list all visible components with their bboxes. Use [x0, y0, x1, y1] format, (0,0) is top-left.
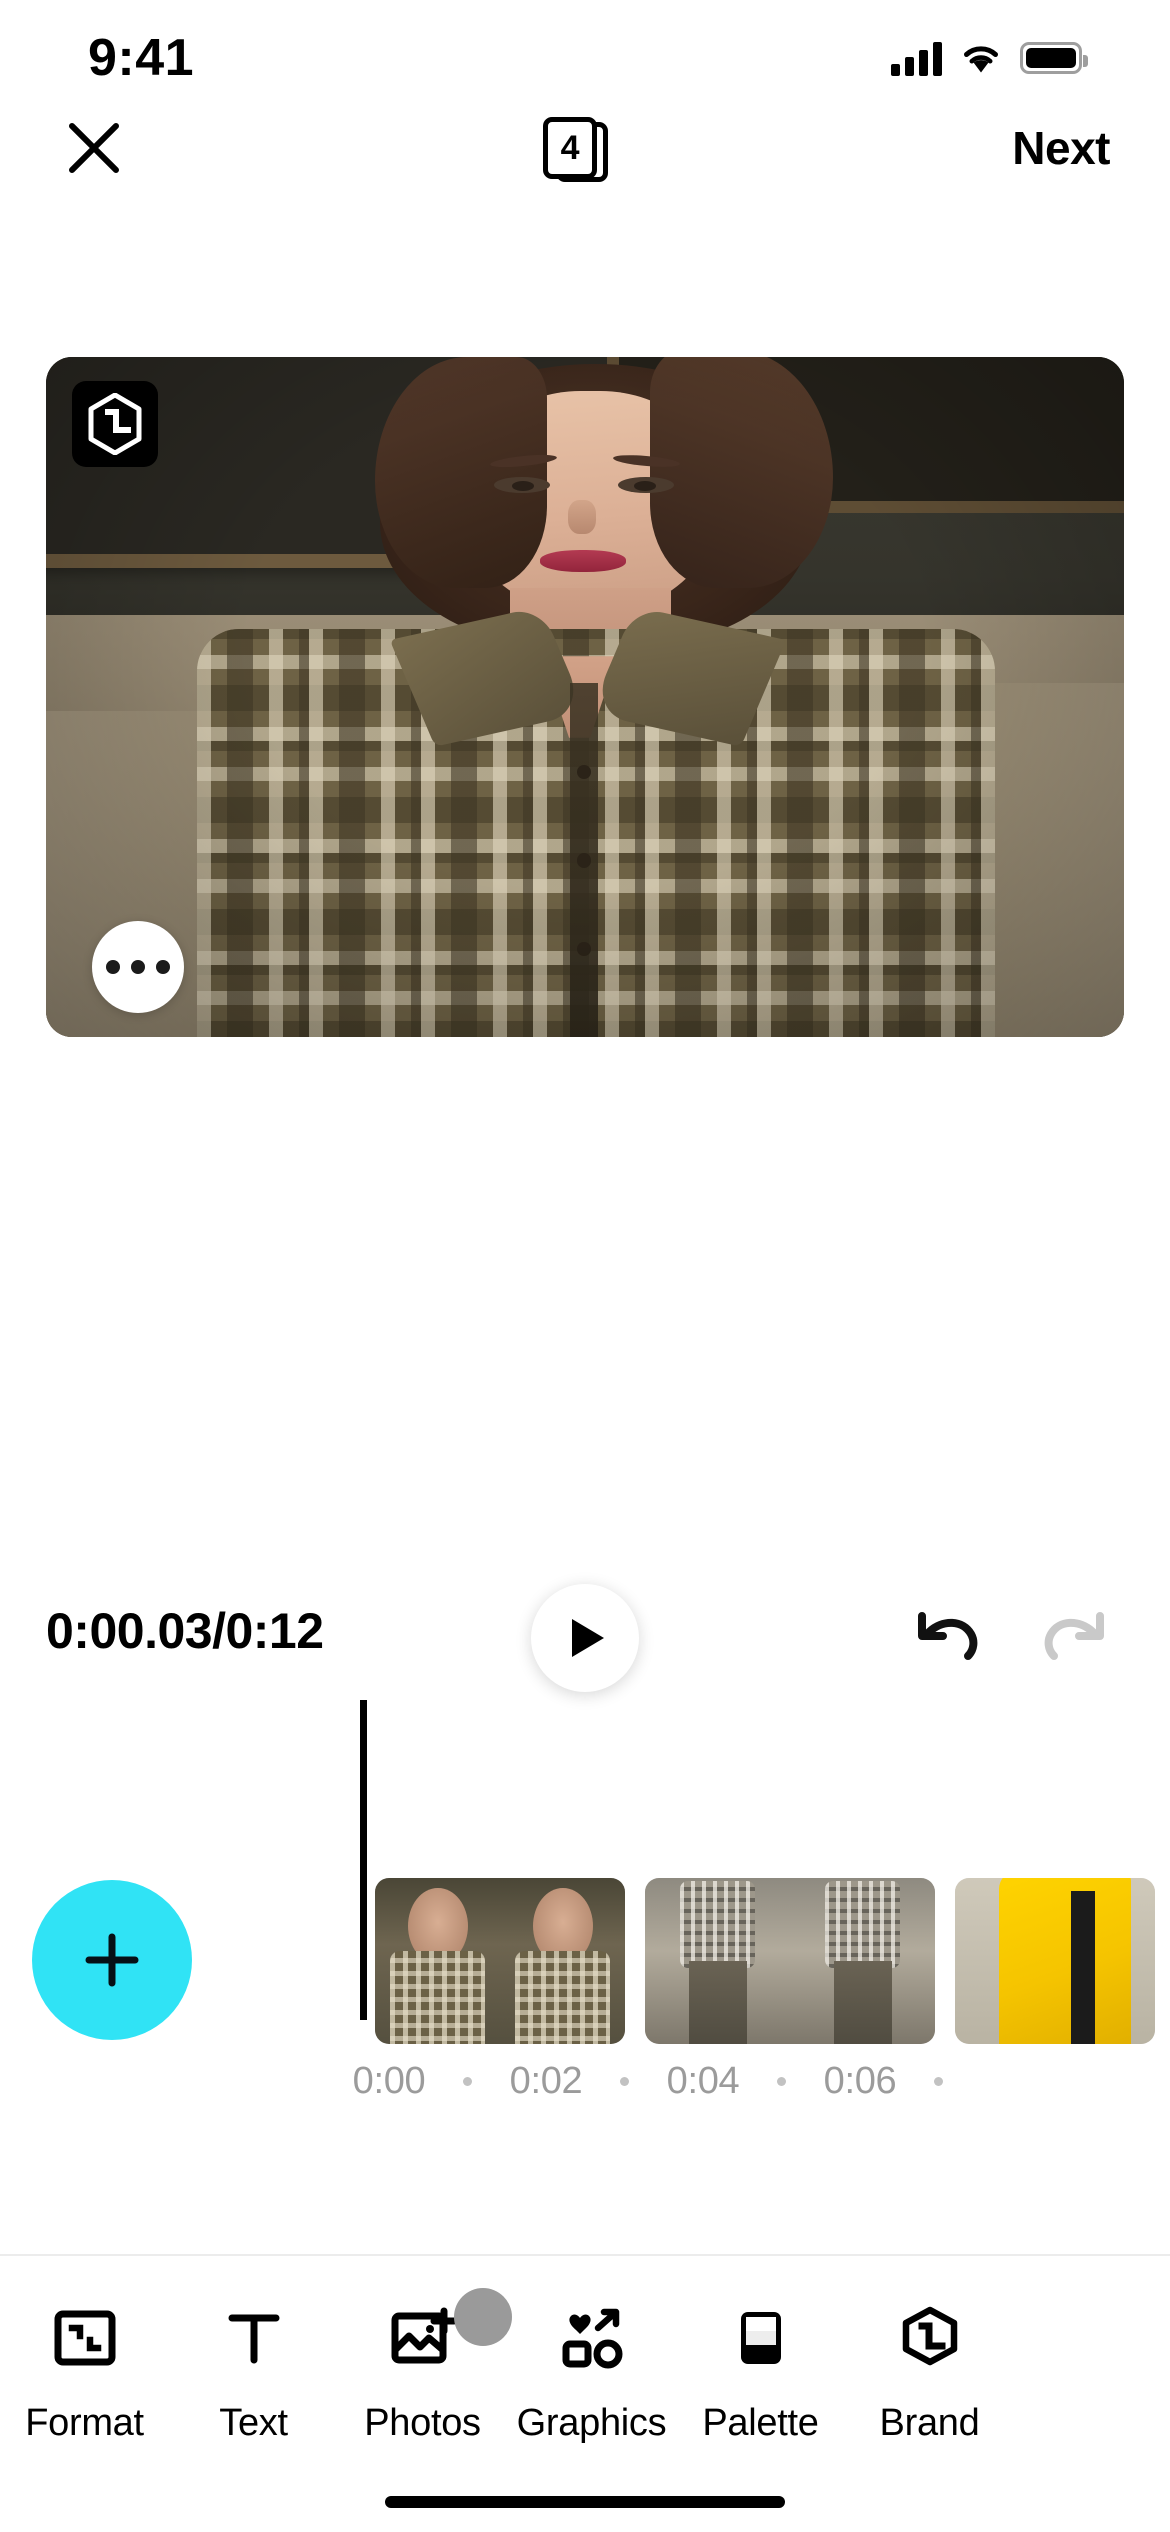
ruler-tick-dot [934, 2077, 943, 2086]
toolbar-item-photos[interactable]: Photos [338, 2288, 512, 2445]
ruler-tick-dot [777, 2077, 786, 2086]
timeline-filmstrip[interactable] [375, 1878, 1155, 2044]
toolbar-label: Palette [702, 2402, 819, 2444]
battery-icon [1020, 42, 1088, 74]
ruler-tick-label: 0:04 [666, 2060, 740, 2102]
ruler-tick-dot [463, 2077, 472, 2086]
toolbar-item-graphics[interactable]: Graphics [507, 2300, 676, 2445]
clip-thumbnail [790, 1878, 935, 2044]
close-button[interactable] [46, 100, 142, 196]
toolbar-item-brand[interactable]: Brand [845, 2300, 1014, 2445]
undo-button[interactable] [904, 1604, 994, 1674]
pages-count-badge[interactable]: 4 [522, 104, 618, 192]
pages-front-card: 4 [543, 117, 598, 179]
play-icon [572, 1619, 604, 1657]
video-preview-canvas[interactable] [46, 357, 1124, 1037]
timeline-ruler: 0:00 0:02 0:04 0:06 [0, 2060, 1170, 2120]
redo-icon [1044, 1612, 1104, 1660]
status-bar: 9:41 [0, 0, 1170, 100]
palette-card-icon [723, 2300, 799, 2376]
status-indicators [891, 40, 1088, 76]
undo-icon [918, 1612, 978, 1660]
ruler-tick-label: 0:02 [509, 2060, 583, 2102]
brand-watermark[interactable] [72, 381, 158, 467]
more-dots-icon [156, 960, 170, 974]
playback-controls: 0:00.03/0:12 [0, 1580, 1170, 1700]
timeline-clip[interactable] [955, 1878, 1155, 2044]
more-dots-icon [131, 960, 145, 974]
more-dots-icon [106, 960, 120, 974]
navigation-bar: 4 Next [0, 100, 1170, 196]
pages-count-label: 4 [560, 129, 580, 167]
toolbar-label: Text [219, 2402, 288, 2444]
timeline[interactable]: 0:00 0:02 0:04 0:06 [0, 1700, 1170, 2200]
plus-icon [85, 1933, 139, 1987]
hexagon-l-logo-icon [87, 393, 143, 455]
timeline-clip[interactable] [645, 1878, 935, 2044]
toolbar-item-text[interactable]: Text [169, 2300, 338, 2445]
close-x-icon [69, 123, 119, 173]
toolbar-label: Brand [879, 2402, 980, 2444]
next-button[interactable]: Next [998, 111, 1124, 185]
format-frame-icon [47, 2300, 123, 2376]
toolbar-label: Photos [364, 2402, 481, 2444]
clip-thumbnail [500, 1878, 625, 2044]
timeline-playhead[interactable] [360, 1700, 367, 2020]
text-t-icon [216, 2300, 292, 2376]
photos-notification-badge [454, 2288, 512, 2346]
play-button[interactable] [531, 1584, 639, 1692]
toolbar-label: Graphics [516, 2402, 667, 2444]
cellular-signal-icon [891, 40, 942, 76]
home-indicator [385, 2496, 785, 2508]
preview-frame-image [46, 357, 1124, 1037]
preview-more-options-button[interactable] [92, 921, 184, 1013]
timeline-clip[interactable] [375, 1878, 625, 2044]
redo-button[interactable] [1028, 1604, 1118, 1674]
wifi-icon [960, 41, 1002, 75]
status-time: 9:41 [88, 29, 195, 87]
bottom-toolbar: Format Text Photos Graphics Palette Bran… [0, 2256, 1170, 2466]
timecode-display: 0:00.03/0:12 [46, 1603, 324, 1659]
photo-add-icon [385, 2300, 461, 2376]
ruler-tick-label: 0:00 [352, 2060, 426, 2102]
ruler-tick-label: 0:06 [823, 2060, 897, 2102]
clip-thumbnail [375, 1878, 500, 2044]
clip-thumbnail [955, 1878, 1155, 2044]
clip-thumbnail [645, 1878, 790, 2044]
toolbar-item-format[interactable]: Format [0, 2300, 169, 2445]
ruler-tick-dot [620, 2077, 629, 2086]
graphics-shapes-icon [554, 2300, 630, 2376]
app-screen: 9:41 4 Next 0:00.03/0:12 0:00 0:02 0:04 … [0, 0, 1170, 2532]
toolbar-label: Format [25, 2402, 144, 2444]
hexagon-l-logo-icon [892, 2300, 968, 2376]
toolbar-item-palette[interactable]: Palette [676, 2300, 845, 2445]
add-clip-button[interactable] [32, 1880, 192, 2040]
